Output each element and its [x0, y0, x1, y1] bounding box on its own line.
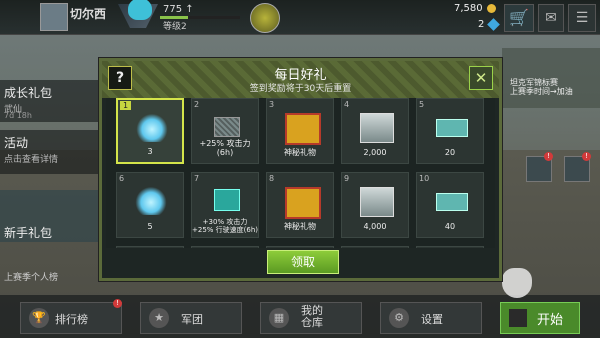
diamond-icon [135, 187, 167, 215]
day-number: 10 [419, 174, 430, 183]
day-number: 7 [194, 174, 200, 183]
money-icon [360, 187, 394, 217]
trophy-icon: 🏆 [29, 308, 49, 328]
reward-cell-day-2[interactable]: 2 +25% 攻击力 (6h) [191, 98, 259, 164]
event-text: 坦克军锦标赛 上赛季时间→加油 [510, 78, 573, 96]
gem-icon [487, 18, 500, 31]
activity-sub: 点击查看详情 [4, 155, 59, 165]
growth-pack-timer: 7d 18h [4, 111, 32, 120]
reward-value: 3 [147, 147, 153, 156]
day-number: 1 [120, 101, 132, 110]
bird-mascot-icon [128, 0, 152, 20]
diamond-icon [136, 114, 168, 142]
reward-cell-day-4[interactable]: 4 2,000 [341, 98, 409, 164]
avatar[interactable] [40, 3, 68, 31]
claim-button[interactable]: 领取 [267, 250, 339, 274]
medal-icon[interactable] [250, 3, 280, 33]
star-icon: ★ [149, 308, 169, 328]
reward-cell-day-12[interactable]: 12 [191, 246, 259, 248]
start-label: 开始 [537, 313, 564, 328]
reward-cell-day-6[interactable]: 65 [116, 172, 184, 238]
settings-button[interactable]: ⚙ 设置 [380, 302, 482, 334]
notification-badge: ! [582, 152, 591, 161]
activity-panel[interactable]: 活动 点击查看详情 [0, 130, 100, 174]
reward-cell-day-13[interactable]: 13 [266, 246, 334, 248]
warehouse-icon: ▦ [269, 308, 289, 328]
ticket-icon [436, 193, 468, 211]
ticket-icon [436, 119, 468, 137]
gems-value: 2 [478, 19, 485, 30]
leaderboard-label: 排行榜 [55, 313, 88, 326]
warehouse-label: 我的 仓库 [301, 304, 323, 329]
event-banner[interactable]: 坦克军锦标赛 上赛季时间→加油 [502, 48, 600, 108]
season-rank-label: 上赛季个人榜 [4, 273, 59, 283]
newbie-pack-title: 新手礼包 [4, 226, 53, 240]
reward-cell-day-1[interactable]: 13 [116, 98, 184, 164]
growth-pack-title: 成长礼包 [4, 86, 53, 100]
reward-value: +25% 攻击力 (6h) [199, 139, 251, 157]
warehouse-button[interactable]: ▦ 我的 仓库 [260, 302, 362, 334]
notification-badge: ! [544, 152, 553, 161]
mail-button[interactable]: ✉ [538, 4, 564, 32]
settings-label: 设置 [421, 313, 443, 326]
reward-cell-day-3[interactable]: 3 神秘礼物 [266, 98, 334, 164]
shop-cart-button[interactable]: 🛒 [504, 4, 534, 32]
reward-value: 5 [147, 222, 153, 231]
dialog-header: ? 每日好礼 签到奖励将于30天后重置 ✕ [102, 61, 499, 98]
booster-icon [214, 189, 240, 211]
close-button[interactable]: ✕ [469, 66, 493, 90]
daily-reward-dialog: ? 每日好礼 签到奖励将于30天后重置 ✕ 1 3 2 +25% 攻击力 (6h) 3 神… [99, 58, 502, 281]
gear-icon: ⚙ [389, 308, 409, 328]
reward-cell-day-14[interactable]: 14 [341, 246, 409, 248]
player-name: 切尔西 [70, 7, 107, 21]
reward-cell-day-10[interactable]: 10 40 [416, 172, 484, 238]
day-number: 2 [194, 100, 200, 109]
coins-value: 7,580 [454, 3, 483, 14]
day-number: 5 [419, 100, 425, 109]
corps-button[interactable]: ★ 军团 [140, 302, 242, 334]
activity-title: 活动 [4, 136, 29, 150]
cart-icon: 🛒 [509, 8, 529, 27]
notification-badge: ! [113, 299, 122, 308]
leaderboard-button[interactable]: 🏆 排行榜 ! [20, 299, 122, 334]
reward-value: 4,000 [363, 222, 387, 231]
reward-value: 20 [444, 148, 456, 157]
chip-icon [214, 117, 240, 137]
mail-icon: ✉ [545, 10, 557, 26]
coin-icon [487, 4, 496, 13]
reward-cell-day-9[interactable]: 9 4,000 [341, 172, 409, 238]
reward-value: 40 [444, 222, 456, 231]
xp-value: 775 ↑ [163, 4, 194, 15]
reward-cell-day-8[interactable]: 8 神秘礼物 [266, 172, 334, 238]
reward-cell-day-11[interactable]: 11 [116, 246, 184, 248]
reward-grid-area: 1 3 2 +25% 攻击力 (6h) 3 神秘礼物 4 2,000 5 20 6 5 7 +30% 攻击… [106, 98, 495, 248]
reward-cell-day-15[interactable]: 15 [416, 246, 484, 248]
day-number: 8 [269, 174, 275, 183]
dialog-subtitle: 签到奖励将于30天后重置 [249, 84, 352, 94]
top-bar: 切尔西 775 ↑ 等级2 7,580 2 🛒 ✉ ☰ [0, 0, 600, 35]
gift-icon [285, 187, 321, 219]
reward-cell-day-7[interactable]: 7 +30% 攻击力 +25% 行驶速度(6h) [191, 172, 259, 238]
chat-button[interactable]: ☰ [568, 4, 596, 32]
day-number: 3 [269, 100, 275, 109]
reward-value: 2,000 [363, 148, 387, 157]
gift-icon [285, 113, 321, 145]
chat-icon: ☰ [575, 10, 589, 26]
day-number: 4 [344, 100, 350, 109]
growth-pack-panel[interactable]: 成长礼包 武仙 7d 18h [0, 80, 100, 122]
newbie-pack-panel[interactable]: 新手礼包 [0, 190, 100, 242]
tutorial-hand-icon [502, 268, 532, 298]
reward-value-secondary: +25% 行驶速度(6h) [192, 226, 259, 234]
reward-value: 神秘礼物 [284, 222, 316, 231]
exit-door-icon [509, 309, 527, 327]
start-button[interactable]: 开始 [500, 302, 580, 334]
money-icon [360, 113, 394, 143]
day-number: 9 [344, 174, 350, 183]
day-number: 6 [119, 174, 125, 183]
reward-value: 神秘礼物 [284, 148, 316, 157]
corps-label: 军团 [181, 313, 203, 326]
reward-cell-day-5[interactable]: 5 20 [416, 98, 484, 164]
level-label: 等级2 [163, 22, 187, 32]
